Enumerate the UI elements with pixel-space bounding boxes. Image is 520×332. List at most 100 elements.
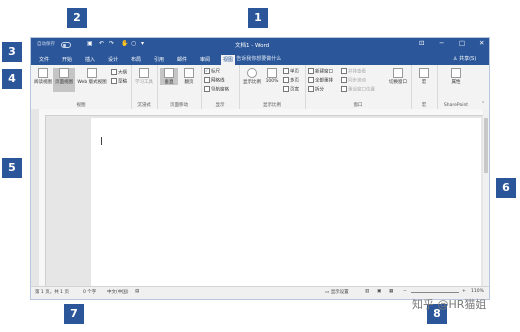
views-group: 阅读视图 页面视图 Web 版式视图 大纲 草稿 视图 <box>31 65 132 109</box>
side-to-side-label: 翻页 <box>184 80 194 85</box>
scrollbar-thumb[interactable] <box>484 118 488 173</box>
page-width-icon <box>283 86 289 92</box>
split-icon <box>308 86 314 92</box>
text-cursor <box>101 137 102 145</box>
watermark: 知乎 @HR猫姐 <box>412 298 487 311</box>
arrange-all-button[interactable]: 全部重排 <box>308 77 333 84</box>
one-page-button[interactable]: 单页 <box>283 68 299 75</box>
properties-button[interactable]: 属性 <box>447 68 465 85</box>
vertical-button[interactable]: 垂直 <box>160 68 178 85</box>
gridlines-checkbox[interactable]: 网格线 <box>204 77 225 84</box>
learning-tools-button[interactable]: 学习工具 <box>135 68 153 85</box>
minimize-icon[interactable]: − <box>439 39 444 47</box>
read-mode-label: 阅读视图 <box>34 80 52 85</box>
callout-badge-4: 4 <box>2 69 22 89</box>
zoom-out-icon[interactable]: − <box>403 289 407 294</box>
zoom-100-button[interactable]: 100% <box>265 68 279 84</box>
magnifier-icon <box>247 68 257 78</box>
autosave-label: 自动保存 <box>37 42 55 47</box>
learning-tools-icon <box>139 68 149 78</box>
language-status[interactable]: 中文(中国) <box>107 289 129 295</box>
vertical-icon <box>164 68 174 78</box>
learning-tools-label: 学习工具 <box>135 80 153 85</box>
new-window-icon <box>308 68 314 74</box>
redo-icon[interactable]: ↷ <box>109 40 114 47</box>
show-group: 标尺 网格线 导航窗格 显示 <box>201 65 240 109</box>
new-window-label: 新建窗口 <box>315 69 333 75</box>
read-mode-view-icon[interactable]: ▥ <box>365 289 369 294</box>
page-width-button[interactable]: 页宽 <box>283 86 299 93</box>
autosave-toggle[interactable] <box>61 42 71 48</box>
arrange-all-icon <box>308 77 314 83</box>
split-button[interactable]: 拆分 <box>308 86 324 93</box>
side-to-side-button[interactable]: 翻页 <box>180 68 198 85</box>
display-settings-button[interactable]: ▭ 显示设置 <box>325 289 349 295</box>
zoom-level[interactable]: 110% <box>471 289 484 294</box>
document-page[interactable] <box>91 118 481 289</box>
circle-icon[interactable]: ○ <box>131 40 136 47</box>
horizontal-ruler[interactable] <box>39 109 485 116</box>
print-layout-view-icon[interactable]: ▣ <box>377 289 381 294</box>
collapse-ribbon-icon[interactable]: ⌃ <box>481 101 485 107</box>
sync-scroll-button[interactable]: 同步滚动 <box>341 77 366 84</box>
page-movement-group: 垂直 翻页 页面移动 <box>157 65 202 109</box>
draft-button[interactable]: 草稿 <box>111 78 127 85</box>
immersive-group: 学习工具 沉浸式 <box>131 65 158 109</box>
macros-group-label: 宏 <box>421 103 427 108</box>
save-icon[interactable]: ▣ <box>87 40 93 47</box>
tab-mailings[interactable]: 邮件 <box>175 55 189 65</box>
switch-windows-button[interactable]: 切换窗口 <box>387 68 409 85</box>
show-group-label: 显示 <box>215 103 225 108</box>
new-window-button[interactable]: 新建窗口 <box>308 68 333 75</box>
nav-pane-checkbox[interactable]: 导航窗格 <box>204 86 229 93</box>
page-count[interactable]: 第 1 页，共 1 页 <box>35 289 69 295</box>
read-mode-button[interactable]: 阅读视图 <box>34 68 52 85</box>
web-layout-view-icon[interactable]: ▦ <box>389 289 393 294</box>
ribbon: 阅读视图 页面视图 Web 版式视图 大纲 草稿 视图 学习工具 沉浸式 垂直 … <box>31 65 489 110</box>
share-button[interactable]: ♙ 共享(S) <box>453 55 476 62</box>
print-layout-button[interactable]: 页面视图 <box>53 68 75 92</box>
side-by-side-label: 并排查看 <box>348 69 366 75</box>
tab-insert[interactable]: 插入 <box>83 55 97 65</box>
outline-button[interactable]: 大纲 <box>111 69 127 76</box>
sharepoint-group-label: SharePoint <box>443 103 469 108</box>
one-page-icon <box>283 68 289 74</box>
tell-me-text: 告诉我你想要做什么 <box>236 56 282 62</box>
side-by-side-button[interactable]: 并排查看 <box>341 68 366 75</box>
web-layout-label: Web 版式视图 <box>77 80 107 85</box>
tell-me-search[interactable]: ⚲ 告诉我你想要做什么 <box>231 55 281 62</box>
ribbon-display-options-icon[interactable]: ⊡ <box>419 39 424 47</box>
print-layout-label: 页面视图 <box>55 80 73 85</box>
tab-file[interactable]: 文件 <box>37 55 51 65</box>
web-layout-button[interactable]: Web 版式视图 <box>77 68 107 85</box>
switch-windows-icon <box>393 68 403 78</box>
close-icon[interactable]: ✕ <box>479 39 484 47</box>
web-layout-icon <box>87 68 97 78</box>
multiple-pages-icon <box>283 77 289 83</box>
draft-label: 草稿 <box>118 79 127 85</box>
properties-label: 属性 <box>451 80 461 85</box>
nav-pane-check-icon <box>204 86 210 92</box>
zoom-button[interactable]: 显示比例 <box>241 68 263 85</box>
multiple-pages-button[interactable]: 多页 <box>283 77 299 84</box>
macros-group: 宏 宏 <box>411 65 438 109</box>
undo-icon[interactable]: ↶ <box>99 40 104 47</box>
touch-mode-icon[interactable]: ✋ <box>121 40 128 47</box>
zoom-slider[interactable] <box>411 292 459 293</box>
maximize-icon[interactable]: □ <box>459 39 465 47</box>
word-count[interactable]: 0 个字 <box>83 289 96 295</box>
reset-window-button[interactable]: 重设窗口位置 <box>341 86 375 93</box>
callout-badge-6: 6 <box>496 178 516 198</box>
tab-layout[interactable]: 布局 <box>129 55 143 65</box>
macros-button[interactable]: 宏 <box>415 68 433 85</box>
tab-design[interactable]: 设计 <box>106 55 120 65</box>
vertical-ruler[interactable] <box>39 115 46 289</box>
window-group: 新建窗口 全部重排 拆分 并排查看 同步滚动 重设窗口位置 切换窗口 窗口 <box>305 65 412 109</box>
ruler-checkbox[interactable]: 标尺 <box>204 68 220 75</box>
tab-references[interactable]: 引用 <box>152 55 166 65</box>
customize-qat-icon[interactable]: ▾ <box>141 40 144 47</box>
tab-review[interactable]: 审阅 <box>198 55 212 65</box>
track-changes-icon[interactable]: ▤ <box>135 289 139 294</box>
tab-home[interactable]: 开始 <box>60 55 74 65</box>
zoom-in-icon[interactable]: + <box>462 289 466 294</box>
